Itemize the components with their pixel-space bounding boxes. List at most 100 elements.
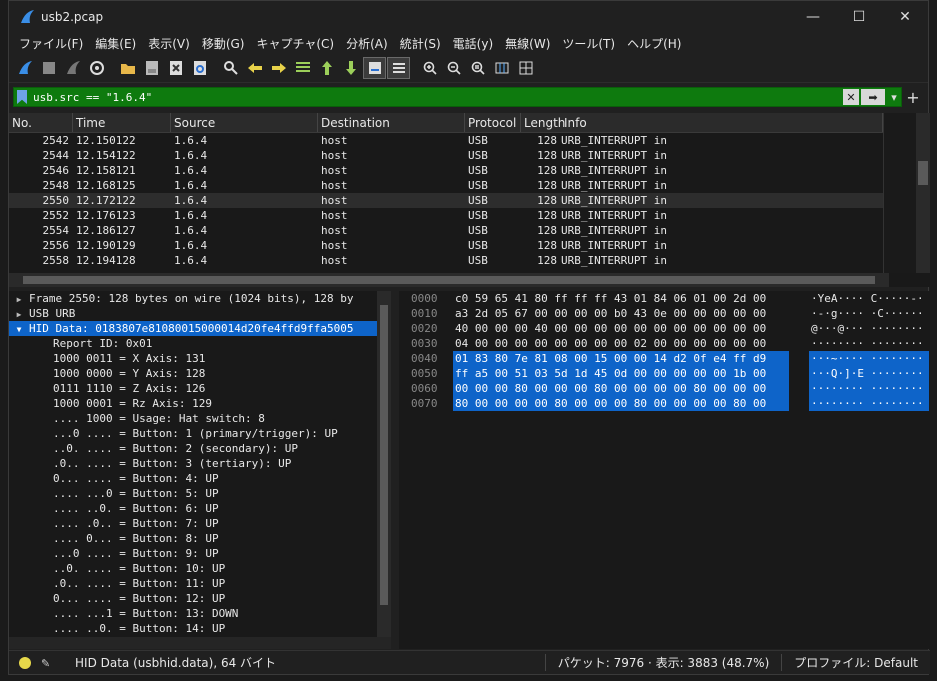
bytes-ascii[interactable]: ········ ········ [809, 336, 929, 351]
tree-item-frame[interactable]: ▶ Frame 2550: 128 bytes on wire (1024 bit… [9, 291, 391, 306]
bytes-hex[interactable]: 40 00 00 00 40 00 00 00 00 00 00 00 00 0… [453, 321, 789, 336]
menu-wireless[interactable]: 無線(W) [499, 35, 556, 52]
restart-capture-icon[interactable] [61, 57, 84, 79]
menu-capture[interactable]: キャプチャ(C) [250, 35, 340, 52]
details-vscrollbar[interactable] [377, 291, 391, 637]
zoom-in-icon[interactable] [418, 57, 441, 79]
menu-edit[interactable]: 編集(E) [89, 35, 142, 52]
resize-columns-icon[interactable] [490, 57, 513, 79]
column-protocol[interactable]: Protocol [465, 113, 521, 132]
bytes-hex[interactable]: a3 2d 05 67 00 00 00 00 b0 43 0e 00 00 0… [453, 306, 789, 321]
bookmark-icon[interactable] [17, 90, 27, 104]
tree-field[interactable]: Report ID: 0x01 [9, 336, 391, 351]
expand-arrow-icon[interactable]: ▶ [9, 292, 29, 307]
packet-list-hscrollbar[interactable] [9, 273, 889, 287]
packet-row[interactable]: 2542 12.150122 1.6.4 host USB 128 URB_INTERRUP… [9, 133, 930, 148]
apply-filter-icon[interactable]: ➡ [861, 89, 885, 105]
stop-capture-icon[interactable] [37, 57, 60, 79]
packet-list-vscrollbar[interactable] [916, 113, 930, 273]
column-time[interactable]: Time [73, 113, 171, 132]
display-filter-input[interactable]: usb.src == "1.6.4" ✕ ➡ ▾ [13, 87, 902, 107]
tree-field[interactable]: 1000 0011 = X Axis: 131 [9, 351, 391, 366]
go-forward-icon[interactable] [267, 57, 290, 79]
tree-field[interactable]: .... 1000 = Usage: Hat switch: 8 [9, 411, 391, 426]
tree-field[interactable]: 0111 1110 = Z Axis: 126 [9, 381, 391, 396]
minimize-button[interactable]: — [790, 1, 836, 33]
bytes-hex[interactable]: c0 59 65 41 80 ff ff ff 43 01 84 06 01 0… [453, 291, 789, 306]
menu-analyze[interactable]: 分析(A) [340, 35, 394, 52]
colorize-icon[interactable] [387, 56, 410, 79]
bytes-ascii[interactable]: ·-·g···· ·C······ [809, 306, 929, 321]
packet-row[interactable]: 2546 12.158121 1.6.4 host USB 128 URB_INTERRUP… [9, 163, 930, 178]
tree-field[interactable]: ..0. .... = Button: 2 (secondary): UP [9, 441, 391, 456]
expert-info-led-icon[interactable] [19, 656, 31, 669]
scrollbar-thumb[interactable] [23, 276, 875, 284]
save-file-icon[interactable] [140, 57, 163, 79]
packet-row[interactable]: 2544 12.154122 1.6.4 host USB 128 URB_INTERRUP… [9, 148, 930, 163]
filter-text[interactable]: usb.src == "1.6.4" [33, 91, 843, 104]
tree-field[interactable]: .... .0.. = Button: 7: UP [9, 516, 391, 531]
collapse-arrow-icon[interactable]: ▼ [9, 322, 29, 337]
go-to-packet-icon[interactable] [291, 57, 314, 79]
filter-dropdown-icon[interactable]: ▾ [887, 91, 901, 104]
tree-field[interactable]: .... 0... = Button: 8: UP [9, 531, 391, 546]
column-info[interactable]: Info [561, 113, 883, 132]
menu-help[interactable]: ヘルプ(H) [621, 35, 687, 52]
go-first-icon[interactable] [315, 57, 338, 79]
pane-splitter[interactable] [391, 291, 399, 649]
tree-field[interactable]: .... ...0 = Button: 5: UP [9, 486, 391, 501]
packet-row[interactable]: 2558 12.194128 1.6.4 host USB 128 URB_INTERRUP… [9, 253, 930, 268]
tree-field[interactable]: ...0 .... = Button: 9: UP [9, 546, 391, 561]
menu-file[interactable]: ファイル(F) [13, 35, 89, 52]
tree-field[interactable]: ..0. .... = Button: 10: UP [9, 561, 391, 576]
reload-file-icon[interactable] [188, 57, 211, 79]
tree-field[interactable]: .0.. .... = Button: 11: UP [9, 576, 391, 591]
menu-view[interactable]: 表示(V) [142, 35, 196, 52]
find-packet-icon[interactable] [219, 57, 242, 79]
column-length[interactable]: Length [521, 113, 565, 132]
autoscroll-icon[interactable] [363, 56, 386, 79]
start-capture-icon[interactable] [13, 57, 36, 79]
menu-go[interactable]: 移動(G) [196, 35, 251, 52]
tree-field[interactable]: ...0 .... = Button: 1 (primary/trigger):… [9, 426, 391, 441]
bytes-ascii[interactable]: ········ ········ [809, 396, 929, 411]
menu-tools[interactable]: ツール(T) [556, 35, 621, 52]
packet-row[interactable]: 2552 12.176123 1.6.4 host USB 128 URB_INTERRUP… [9, 208, 930, 223]
close-file-icon[interactable] [164, 57, 187, 79]
capture-comment-icon[interactable]: ✎ [41, 657, 53, 670]
go-last-icon[interactable] [339, 57, 362, 79]
packet-row-selected[interactable]: 2550 12.172122 1.6.4 host USB 128 URB_INTERRUP… [9, 193, 930, 208]
tree-field[interactable]: .... ..0. = Button: 6: UP [9, 501, 391, 516]
packet-row[interactable]: 2556 12.190129 1.6.4 host USB 128 URB_INTERRUP… [9, 238, 930, 253]
status-profile[interactable]: プロファイル: Default [781, 654, 930, 671]
tree-item-usb-urb[interactable]: ▶ USB URB [9, 306, 391, 321]
add-filter-button[interactable]: + [902, 88, 924, 107]
bytes-hex[interactable]: 01 83 80 7e 81 08 00 15 00 00 14 d2 0f e… [453, 351, 789, 366]
bytes-hex[interactable]: 80 00 00 00 00 80 00 00 00 80 00 00 00 0… [453, 396, 789, 411]
scrollbar-thumb[interactable] [918, 161, 928, 185]
bytes-hex[interactable]: 04 00 00 00 00 00 00 00 00 02 00 00 00 0… [453, 336, 789, 351]
scrollbar-thumb[interactable] [380, 305, 388, 605]
clear-filter-icon[interactable]: ✕ [843, 89, 859, 105]
tree-field[interactable]: 0... .... = Button: 4: UP [9, 471, 391, 486]
column-destination[interactable]: Destination [318, 113, 465, 132]
details-hscrollbar[interactable] [9, 637, 391, 649]
close-button[interactable]: ✕ [882, 1, 928, 33]
go-back-icon[interactable] [243, 57, 266, 79]
bytes-ascii[interactable]: @···@··· ········ [809, 321, 929, 336]
tree-field[interactable]: .... ...1 = Button: 13: DOWN [9, 606, 391, 621]
menu-statistics[interactable]: 統計(S) [394, 35, 447, 52]
tree-field[interactable]: 0... .... = Button: 12: UP [9, 591, 391, 606]
packet-row[interactable]: 2554 12.186127 1.6.4 host USB 128 URB_INTERRUP… [9, 223, 930, 238]
column-source[interactable]: Source [171, 113, 318, 132]
expand-arrow-icon[interactable]: ▶ [9, 307, 29, 322]
bytes-ascii[interactable]: ········ ········ [809, 381, 929, 396]
zoom-reset-icon[interactable] [466, 57, 489, 79]
bytes-hex[interactable]: 00 00 00 80 00 00 00 80 00 00 00 00 80 0… [453, 381, 789, 396]
packet-minimap[interactable] [883, 113, 916, 273]
tree-field[interactable]: 1000 0000 = Y Axis: 128 [9, 366, 391, 381]
bytes-ascii[interactable]: ·YeA···· C·····-· [809, 291, 929, 306]
capture-options-icon[interactable] [85, 57, 108, 79]
packet-row[interactable]: 2548 12.168125 1.6.4 host USB 128 URB_INTERRUP… [9, 178, 930, 193]
menu-telephony[interactable]: 電話(y) [447, 35, 499, 52]
